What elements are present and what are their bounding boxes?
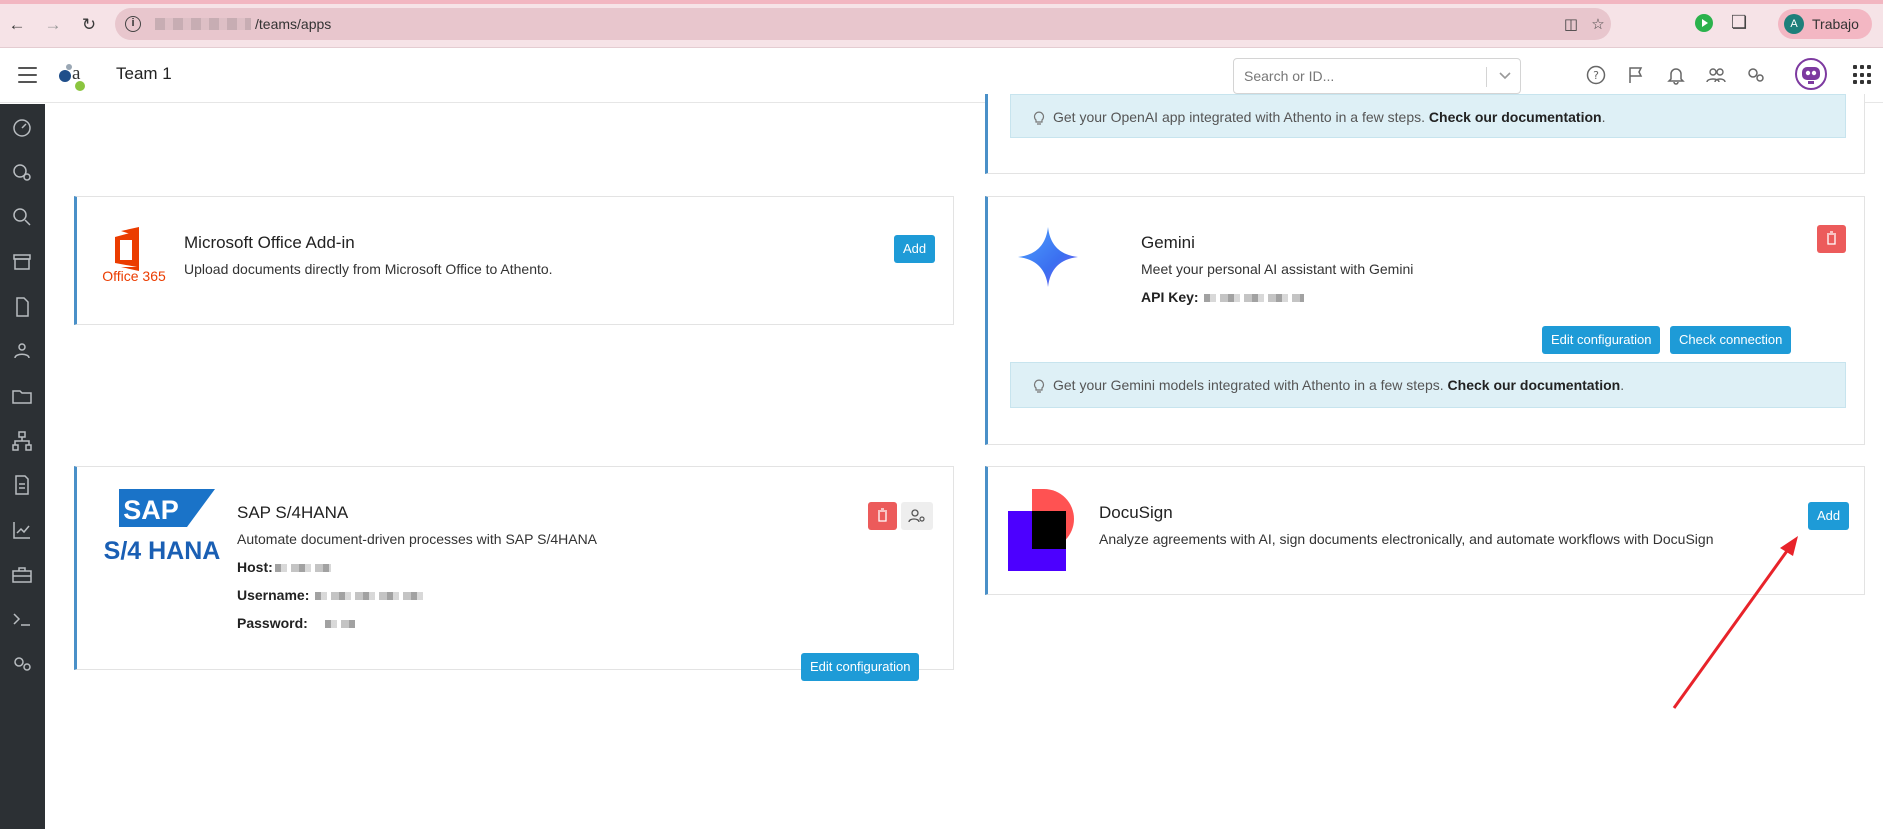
user-gear-icon — [908, 509, 925, 523]
site-info-icon[interactable]: i — [125, 16, 141, 32]
settings-gears-icon[interactable] — [1745, 64, 1767, 86]
redacted-host — [155, 18, 251, 30]
redacted-password-value — [325, 620, 355, 628]
sap-delete-button[interactable] — [868, 502, 897, 530]
terminal-icon[interactable] — [10, 607, 34, 631]
sap-host-label: Host: — [237, 559, 273, 575]
office-description: Upload documents directly from Microsoft… — [184, 261, 553, 277]
sap-username-label: Username: — [237, 587, 310, 603]
docusign-add-button[interactable]: Add — [1808, 502, 1850, 530]
gemini-edit-configuration-button[interactable]: Edit configuration — [1542, 326, 1661, 354]
sap-description: Automate document-driven processes with … — [237, 531, 598, 547]
openai-banner-suffix: . — [1601, 109, 1606, 125]
lightbulb-icon — [1033, 379, 1045, 393]
svg-text:?: ? — [1593, 69, 1599, 82]
openai-app-card: Get your OpenAI app integrated with Athe… — [985, 94, 1865, 174]
sap-user-settings-button[interactable] — [901, 502, 933, 530]
reload-icon[interactable]: ↻ — [78, 14, 100, 36]
extensions-puzzle-icon[interactable]: ❏ — [1731, 12, 1747, 33]
gemini-app-card: Gemini Meet your personal AI assistant w… — [985, 196, 1865, 445]
gemini-info-banner: Get your Gemini models integrated with A… — [1010, 362, 1846, 408]
openai-banner-text: Get your OpenAI app integrated with Athe… — [1053, 109, 1605, 125]
openai-banner-message: Get your OpenAI app integrated with Athe… — [1053, 109, 1426, 125]
profile-button[interactable]: A Trabajo — [1778, 9, 1872, 39]
office-365-logo: Office 365 — [102, 227, 166, 283]
side-rail — [0, 104, 45, 829]
office-app-card: Office 365 Microsoft Office Add-in Uploa… — [74, 196, 954, 325]
gemini-description: Meet your personal AI assistant with Gem… — [1141, 261, 1414, 277]
search-divider — [1486, 67, 1487, 87]
annotation-arrow — [1672, 536, 1798, 709]
sap-app-card: SAP S/4 HANA SAP S/4HANA Automate docume… — [74, 466, 954, 681]
gemini-banner-message: Get your Gemini models integrated with A… — [1053, 377, 1444, 393]
help-icon[interactable]: ? — [1585, 64, 1607, 86]
docusign-title: DocuSign — [1099, 503, 1173, 522]
gemini-banner-suffix: . — [1620, 377, 1625, 393]
archive-icon[interactable] — [10, 250, 34, 274]
s4hana-logo-text: S/4 HANA — [104, 537, 221, 565]
sap-title: SAP S/4HANA — [237, 503, 349, 522]
profile-name: Trabajo — [1812, 16, 1859, 32]
address-bar[interactable]: i /teams/apps ◫ ☆ — [115, 8, 1611, 40]
openai-info-banner: Get your OpenAI app integrated with Athe… — [1010, 94, 1846, 138]
browser-accent-strip — [0, 0, 1883, 4]
users-icon[interactable] — [1705, 64, 1727, 86]
extension-play-icon[interactable] — [1695, 14, 1713, 32]
hierarchy-icon[interactable] — [10, 429, 34, 453]
chart-icon[interactable] — [10, 518, 34, 542]
sap-password-label: Password: — [237, 615, 308, 631]
back-icon[interactable]: ← — [6, 14, 28, 36]
athento-logo[interactable]: a — [56, 59, 90, 93]
trash-icon — [1827, 231, 1836, 245]
gemini-title: Gemini — [1141, 233, 1195, 252]
profile-avatar: A — [1784, 14, 1804, 34]
sap-s4hana-logo: SAP S/4 HANA — [104, 489, 221, 565]
gemini-docs-link[interactable]: Check our documentation — [1448, 377, 1621, 393]
redacted-host-value — [275, 564, 331, 572]
search-icon[interactable] — [10, 205, 34, 229]
search-input[interactable] — [1244, 67, 1480, 85]
folders-icon[interactable] — [10, 384, 34, 408]
admin-settings-icon[interactable] — [10, 652, 34, 676]
sap-logo-text: SAP — [123, 495, 179, 525]
assistant-avatar[interactable] — [1795, 58, 1827, 90]
office-title: Microsoft Office Add-in — [184, 233, 355, 252]
lightbulb-icon — [1033, 111, 1045, 125]
browser-toolbar: ← → ↻ i /teams/apps ◫ ☆ ❏ A Trabajo — [0, 0, 1883, 48]
apps-grid-icon[interactable] — [1853, 65, 1873, 85]
gemini-api-key-label: API Key: — [1141, 289, 1199, 305]
robot-icon — [1802, 67, 1820, 84]
dashboard-icon[interactable] — [10, 116, 34, 140]
team-title: Team 1 — [116, 64, 172, 83]
search-box[interactable] — [1233, 58, 1521, 94]
sap-edit-configuration-button[interactable]: Edit configuration — [801, 653, 920, 681]
translate-icon[interactable]: ◫ — [1562, 16, 1580, 34]
svg-text:a: a — [72, 63, 81, 84]
search-settings-icon[interactable] — [10, 161, 34, 185]
bookmark-star-icon[interactable]: ☆ — [1589, 16, 1607, 34]
bell-icon[interactable] — [1665, 64, 1687, 86]
flag-icon[interactable] — [1625, 64, 1647, 86]
apps-content: Get your OpenAI app integrated with Athe… — [45, 94, 1883, 829]
document-icon[interactable] — [10, 295, 34, 319]
office-logo-text: Office 365 — [102, 268, 166, 283]
gemini-delete-button[interactable] — [1817, 225, 1846, 253]
docusign-description: Analyze agreements with AI, sign documen… — [1099, 531, 1714, 547]
url-path: /teams/apps — [255, 16, 332, 32]
redacted-username-value — [315, 592, 425, 600]
trash-icon — [878, 508, 887, 522]
toolbox-icon[interactable] — [10, 563, 34, 587]
openai-docs-link[interactable]: Check our documentation — [1429, 109, 1602, 125]
office-add-button[interactable]: Add — [894, 235, 936, 263]
gemini-star-logo — [1018, 227, 1078, 287]
report-icon[interactable] — [10, 473, 34, 497]
redacted-api-key — [1204, 294, 1304, 302]
gemini-banner-text: Get your Gemini models integrated with A… — [1053, 377, 1624, 393]
forward-icon[interactable]: → — [42, 14, 64, 36]
team-icon[interactable] — [10, 339, 34, 363]
docusign-logo — [1008, 489, 1074, 571]
gemini-check-connection-button[interactable]: Check connection — [1670, 326, 1792, 354]
chevron-down-icon[interactable] — [1496, 66, 1514, 84]
menu-icon[interactable] — [18, 67, 37, 83]
